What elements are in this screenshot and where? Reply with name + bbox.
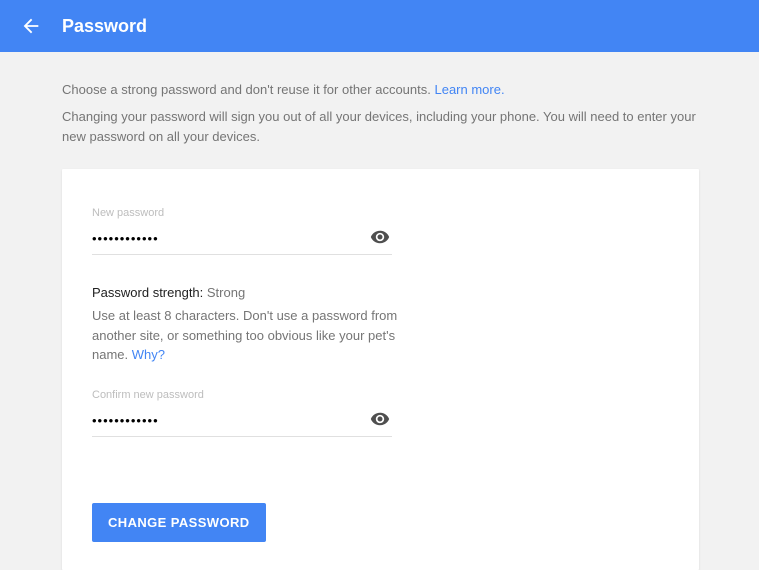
why-link[interactable]: Why? [132, 347, 165, 362]
content-area: Choose a strong password and don't reuse… [0, 52, 759, 570]
strength-label: Password strength: [92, 285, 207, 300]
intro-line1: Choose a strong password and don't reuse… [62, 82, 434, 97]
new-password-input[interactable] [92, 227, 368, 250]
confirm-password-field: Confirm new password [92, 389, 392, 437]
strength-value: Strong [207, 285, 245, 300]
toggle-visibility-new-button[interactable] [368, 225, 392, 252]
intro-line2: Changing your password will sign you out… [62, 107, 699, 147]
page-title: Password [62, 16, 147, 37]
toggle-visibility-confirm-button[interactable] [368, 407, 392, 434]
confirm-password-input[interactable] [92, 409, 368, 432]
password-card: New password Password strength: Strong U… [62, 169, 699, 570]
page-header: Password [0, 0, 759, 52]
new-password-label: New password [92, 207, 392, 219]
learn-more-link[interactable]: Learn more. [434, 82, 504, 97]
eye-icon [370, 409, 390, 432]
confirm-password-label: Confirm new password [92, 389, 392, 401]
back-arrow-icon[interactable] [20, 15, 42, 37]
eye-icon [370, 227, 390, 250]
intro-text: Choose a strong password and don't reuse… [62, 80, 699, 147]
password-strength-section: Password strength: Strong Use at least 8… [92, 285, 432, 365]
new-password-field: New password [92, 207, 392, 255]
change-password-button[interactable]: CHANGE PASSWORD [92, 503, 266, 542]
